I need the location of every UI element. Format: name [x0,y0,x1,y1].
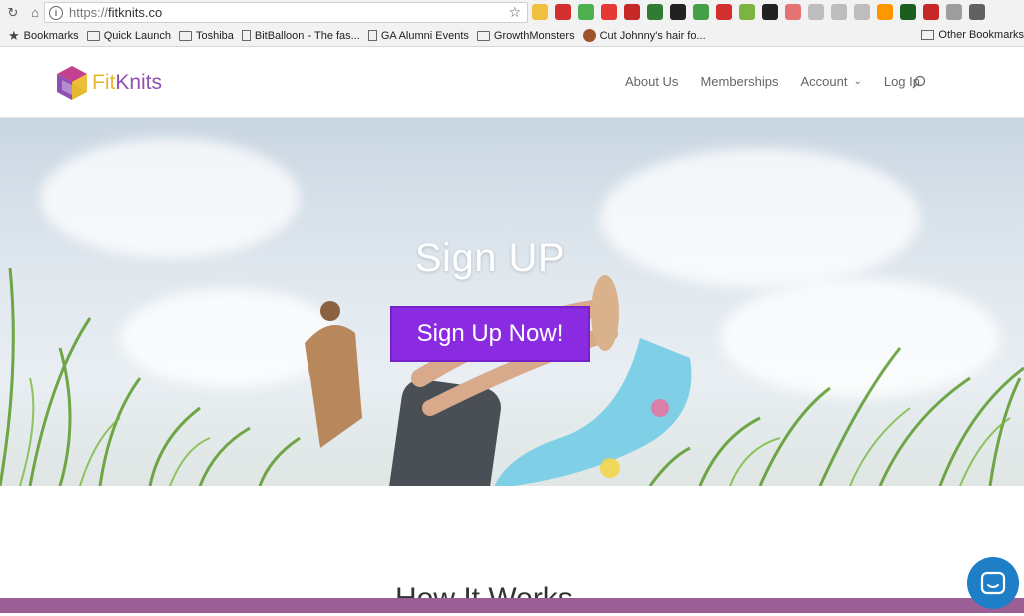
site-header: FitKnits About Us Memberships Account ⌄ L… [0,47,1024,118]
extension-icon[interactable] [946,4,962,20]
folder-icon [476,30,490,41]
extension-icon[interactable] [601,4,617,20]
extension-icon[interactable] [647,4,663,20]
extension-icon[interactable] [785,4,801,20]
main-nav: About Us Memberships Account ⌄ Log In [603,74,920,89]
logo[interactable]: FitKnits [54,64,162,102]
hero-photo [0,267,1024,486]
search-icon[interactable] [912,75,926,89]
extension-icon[interactable] [854,4,870,20]
extension-icon[interactable] [670,4,686,20]
site-info-icon[interactable]: i [49,5,63,20]
extension-icon[interactable] [716,4,732,20]
nav-account-label: Account [800,74,848,89]
chevron-down-icon: ⌄ [853,76,862,87]
site-icon [582,29,596,42]
bookmark-star-icon[interactable]: ☆ [508,4,521,21]
extension-icon[interactable] [693,4,709,20]
extension-icon[interactable] [624,4,640,20]
folder-icon [178,30,192,41]
nav-about-us[interactable]: About Us [625,74,678,89]
address-bar[interactable]: i https://fitknits.co ☆ [44,2,528,23]
chat-icon [980,571,1006,595]
logo-text: FitKnits [92,71,163,94]
cube-logo-icon [57,66,87,100]
star-icon: ★ [8,27,20,43]
page-icon [367,30,377,41]
bookmark-item[interactable]: Toshiba [178,30,234,42]
hero-title: Sign UP [414,236,566,280]
sign-up-now-button[interactable]: Sign Up Now! [390,306,590,362]
home-icon[interactable]: ⌂ [26,4,44,22]
chat-button[interactable] [967,557,1019,609]
extension-icon[interactable] [831,4,847,20]
extension-icon[interactable] [808,4,824,20]
nav-account[interactable]: Account ⌄ [800,74,861,89]
hero-banner: Sign UP [0,118,1024,486]
other-bookmarks[interactable]: Other Bookmarks [921,29,1024,41]
folder-icon [86,30,100,41]
url-text: https://fitknits.co [69,5,163,20]
bookmark-item[interactable]: GA Alumni Events [367,30,469,42]
bookmarks-bar: ★ Bookmarks Quick Launch Toshiba BitBallo… [0,25,1024,47]
bookmark-item[interactable]: Quick Launch [86,30,171,42]
browser-toolbar: ↻ ⌂ i https://fitknits.co ☆ [0,0,1024,25]
reload-icon[interactable]: ↻ [4,4,22,22]
extension-icon[interactable] [532,4,548,20]
extension-icon[interactable] [578,4,594,20]
bookmark-item[interactable]: Cut Johnny's hair fo... [582,29,706,42]
extension-icon[interactable] [739,4,755,20]
extension-icon[interactable] [762,4,778,20]
bottom-bar [0,598,1024,613]
bookmark-item[interactable]: BitBalloon - The fas... [241,30,360,42]
extension-icons [532,4,985,20]
extension-icon[interactable] [877,4,893,20]
extension-icon[interactable] [900,4,916,20]
extension-icon[interactable] [969,4,985,20]
extension-icon[interactable] [555,4,571,20]
extension-icon[interactable] [923,4,939,20]
nav-memberships[interactable]: Memberships [700,74,778,89]
page-icon [241,30,251,41]
bookmark-item[interactable]: GrowthMonsters [476,30,575,42]
bookmark-item[interactable]: ★ Bookmarks [8,28,79,44]
folder-icon [921,30,935,40]
